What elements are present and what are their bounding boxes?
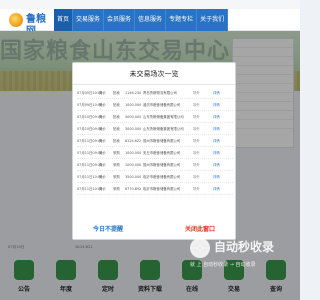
row-detail-link[interactable]: 详情 [213,162,222,167]
row-amount: 1000.000 [125,150,142,155]
table-row: 07月11日09:00 竞价 拍卖 8124.622 德州市粮食储备有限公司 场外 详情 [77,135,233,147]
nav-item-topics[interactable]: 专题专栏 [166,9,198,31]
row-company: 安丘市粮食储备有限公司 [143,151,181,155]
row-amount: 8124.622 [125,138,142,143]
row-amount: 1000.000 [125,162,142,167]
row-detail-link[interactable]: 详情 [213,126,222,131]
row-date: 07月11日09:15 [77,163,103,167]
row-kind: 拍卖 [113,127,120,131]
row-amount: 5000.000 [125,114,142,119]
row-kind: 拍卖 [113,139,120,143]
row-date: 07月11日10:00 [77,175,103,179]
table-row: 07月05日10:00 竞价 拍卖 1146.230 青岛鲁粮物流有限公司 场外 详情 [77,87,233,99]
row-detail-link[interactable]: 详情 [213,102,222,107]
row-company: 青岛鲁粮物流有限公司 [143,91,177,95]
row-detail-link[interactable]: 详情 [213,150,222,155]
row-kind: 采购 [113,163,120,167]
table-row: 07月10日09:00 竞价 拍卖 3000.000 山东鲁粮储备集团有限公司 场外 详情 [77,123,233,135]
row-company: 临沂市粮食储备有限公司 [143,175,181,179]
row-mode: 竞价 [99,151,106,155]
row-detail-link[interactable]: 详情 [213,174,222,179]
row-company: 临沂市粮食储备有限公司 [143,187,181,191]
row-amount: 6770.892 [125,186,142,191]
table-row: 07月11日10:00 竞价 采购 3500.000 临沂市粮食储备有限公司 场外 详情 [77,171,233,183]
watermark-sub: 就 上 自动秒收录 → 自动收录 [190,262,256,268]
nav-item-about[interactable]: 关于我们 [197,9,229,31]
pending-sessions-modal: 未交易场次一览 07月05日10:00 竞价 拍卖 1146.230 青岛鲁粮物流有限公… [72,62,236,240]
row-status: 场外 [193,187,200,191]
row-detail-link[interactable]: 详情 [213,138,222,143]
row-status: 场外 [193,175,200,179]
row-date: 07月09日10:00 [77,103,103,107]
row-mode: 竞价 [99,175,106,179]
top-utility-bar [0,0,300,9]
table-row: 07月11日09:15 竞价 采购 1000.000 德州市粮食储备有限公司 场外 详情 [77,159,233,171]
dont-remind-today-button[interactable]: 今日不提醒 [93,224,123,233]
main-nav: 首页 交易服务 会员服务 信息服务 专题专栏 关于我们 [54,9,229,31]
row-status: 场外 [193,115,200,119]
row-status: 场外 [193,151,200,155]
table-row: 07月10日09:00 竞价 拍卖 5000.000 山东鲁粮储备集团有限公司 场外 详情 [77,111,233,123]
row-company: 山东鲁粮储备集团有限公司 [143,127,184,131]
table-row: 07月09日10:00 竞价 拍卖 1000.000 潍坊市粮食储备有限公司 场外 详情 [77,99,233,111]
site-logo[interactable]: 鲁粮网 [9,13,55,37]
table-row: 07月11日09:00 竞价 采购 1000.000 安丘市粮食储备有限公司 场外 详情 [77,147,233,159]
row-company: 潍坊市粮食储备有限公司 [143,103,181,107]
row-company: 山东鲁粮储备集团有限公司 [143,115,184,119]
nav-item-info[interactable]: 信息服务 [135,9,167,31]
row-date: 07月05日10:00 [77,91,103,95]
row-kind: 拍卖 [113,103,120,107]
row-amount: 1146.230 [125,90,142,95]
row-mode: 竞价 [99,115,106,119]
row-date: 07月11日09:00 [77,139,103,143]
watermark: 自动秒收录 就 上 自动秒收录 → 自动收录 [190,236,300,276]
row-detail-link[interactable]: 详情 [213,186,222,191]
row-amount: 1000.000 [125,102,142,107]
row-company: 德州市粮食储备有限公司 [143,139,181,143]
row-status: 场外 [193,163,200,167]
row-date: 07月11日09:00 [77,151,103,155]
table-row: 07月11日10:00 竞价 采购 6770.892 临沂市粮食储备有限公司 场外 详情 [77,183,233,195]
row-status: 场外 [193,139,200,143]
row-kind: 采购 [113,175,120,179]
row-detail-link[interactable]: 详情 [213,90,222,95]
watermark-main: 自动秒收录 [214,240,275,254]
row-mode: 竞价 [99,139,106,143]
row-kind: 采购 [113,187,120,191]
row-status: 场外 [193,91,200,95]
row-date: 07月10日09:00 [77,115,103,119]
row-detail-link[interactable]: 详情 [213,114,222,119]
row-kind: 拍卖 [113,91,120,95]
row-company: 德州市粮食储备有限公司 [143,163,181,167]
row-date: 07月10日09:00 [77,127,103,131]
sessions-table: 07月05日10:00 竞价 拍卖 1146.230 青岛鲁粮物流有限公司 场外 详情 07… [77,87,233,195]
row-mode: 竞价 [99,163,106,167]
row-mode: 竞价 [99,91,106,95]
row-kind: 拍卖 [113,115,120,119]
row-mode: 竞价 [99,187,106,191]
row-kind: 采购 [113,151,120,155]
nav-item-trade[interactable]: 交易服务 [73,9,105,31]
nav-item-home[interactable]: 首页 [54,9,74,31]
modal-title: 未交易场次一览 [73,63,235,85]
row-status: 场外 [193,127,200,131]
logo-mark-icon [9,13,23,27]
row-date: 07月11日10:00 [77,187,103,191]
watermark-logo-icon [190,238,210,258]
row-amount: 3000.000 [125,126,142,131]
row-status: 场外 [193,103,200,107]
row-mode: 竞价 [99,103,106,107]
site-header: 鲁粮网 首页 交易服务 会员服务 信息服务 专题专栏 关于我们 [0,9,300,37]
nav-item-member[interactable]: 会员服务 [104,9,136,31]
row-amount: 3500.000 [125,174,142,179]
row-mode: 竞价 [99,127,106,131]
close-window-button[interactable]: 关闭此窗口 [185,224,215,233]
